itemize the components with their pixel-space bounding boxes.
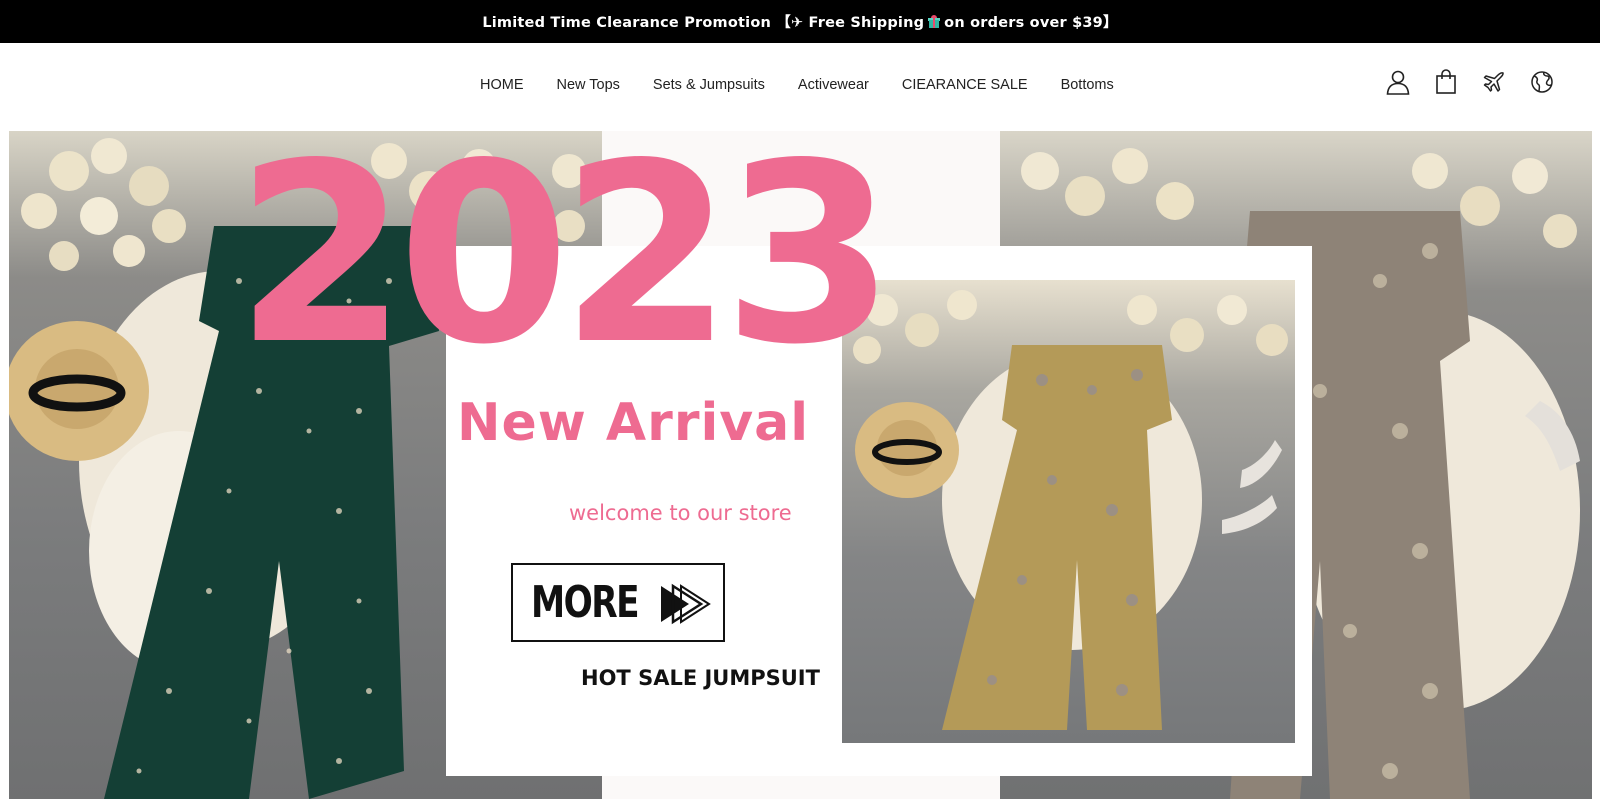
nav-item-clearance-sale[interactable]: CIEARANCE SALE bbox=[902, 77, 1028, 93]
straw-hat-left bbox=[9, 321, 149, 461]
straw-hat-photo bbox=[855, 402, 959, 498]
user-icon[interactable] bbox=[1386, 69, 1410, 95]
announcement-text-end: on orders over $39】 bbox=[944, 15, 1118, 31]
header-icons bbox=[1386, 69, 1554, 95]
announcement-bar: Limited Time Clearance Promotion 【✈ Free… bbox=[0, 0, 1600, 43]
nav-item-home[interactable]: HOME bbox=[480, 77, 524, 93]
announcement-text-start: Limited Time Clearance Promotion 【✈ Free… bbox=[482, 15, 925, 31]
fast-forward-icon bbox=[661, 583, 711, 625]
more-button-label: MORE bbox=[531, 577, 640, 628]
hero-banner[interactable]: 2023 New Arrival welcome to our store MO… bbox=[9, 131, 1592, 799]
more-button[interactable]: MORE bbox=[511, 563, 725, 642]
nav-item-new-tops[interactable]: New Tops bbox=[557, 77, 620, 93]
hero-headline: New Arrival bbox=[457, 393, 810, 453]
shopping-bag-icon[interactable] bbox=[1434, 69, 1458, 95]
nav-item-bottoms[interactable]: Bottoms bbox=[1061, 77, 1114, 93]
main-nav: HOME New Tops Sets & Jumpsuits Activewea… bbox=[480, 77, 1114, 93]
hero-product-photo bbox=[842, 280, 1295, 743]
hero-tagline: HOT SALE JUMPSUIT bbox=[581, 666, 820, 690]
gift-icon bbox=[928, 15, 941, 28]
hero-year: 2023 bbox=[235, 131, 895, 399]
globe-icon[interactable] bbox=[1530, 69, 1554, 95]
nav-item-sets-jumpsuits[interactable]: Sets & Jumpsuits bbox=[653, 77, 765, 93]
site-header: HOME New Tops Sets & Jumpsuits Activewea… bbox=[0, 43, 1600, 131]
airplane-icon[interactable] bbox=[1482, 69, 1506, 95]
hero-subtitle: welcome to our store bbox=[569, 501, 792, 525]
shoes-photo bbox=[1222, 440, 1282, 534]
nav-item-activewear[interactable]: Activewear bbox=[798, 77, 869, 93]
